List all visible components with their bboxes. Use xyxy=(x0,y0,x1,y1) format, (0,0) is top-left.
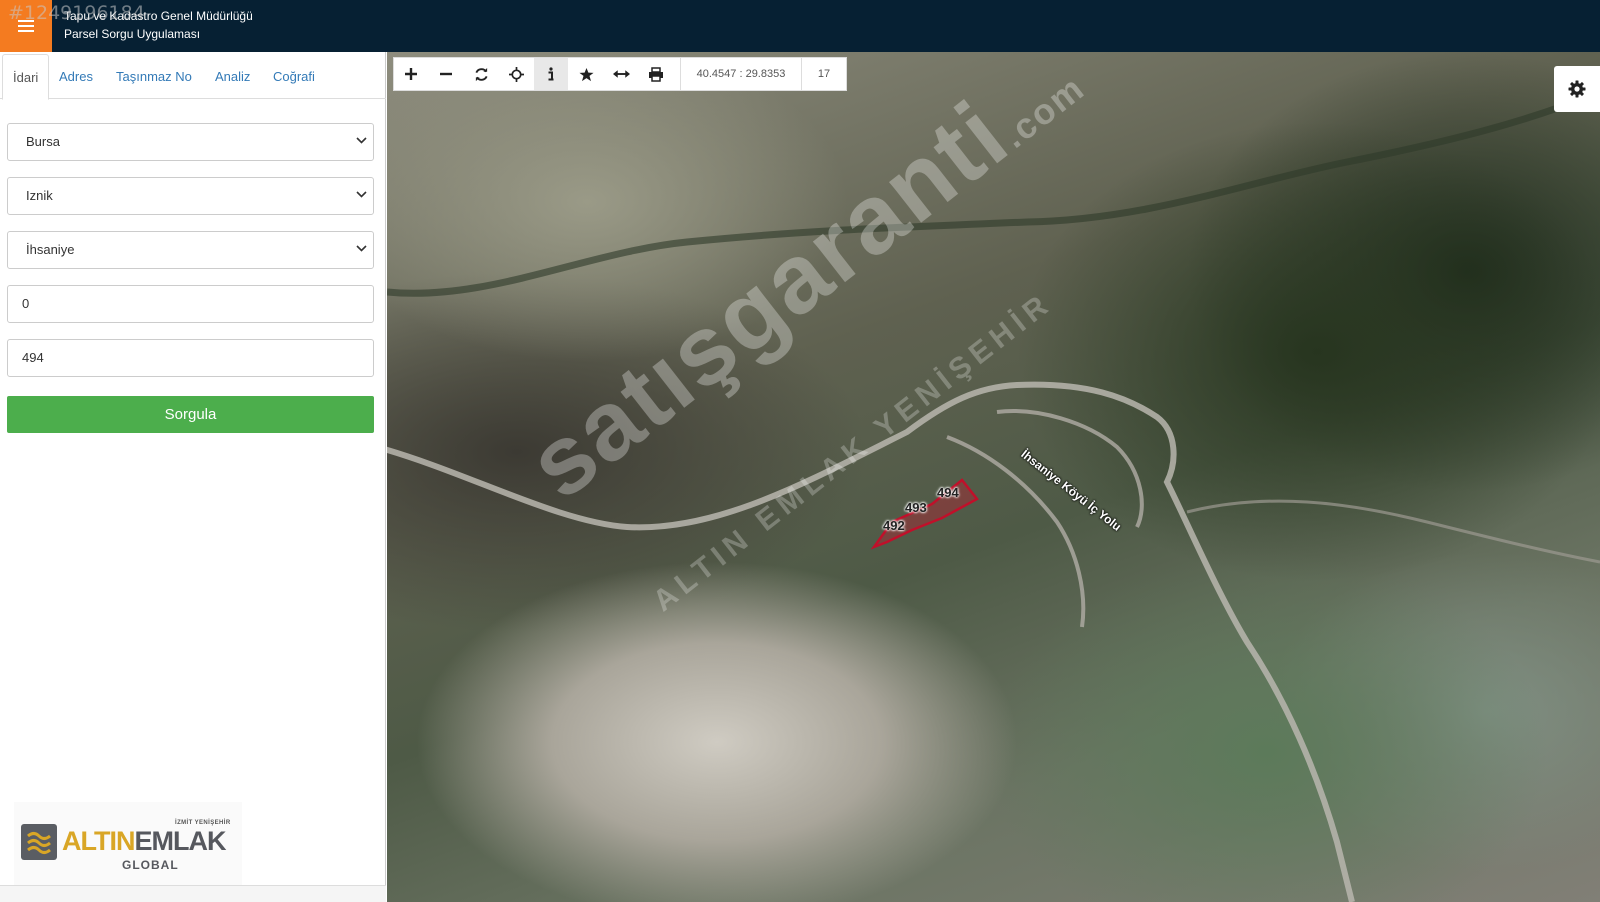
logo-sub-text: GLOBAL xyxy=(122,858,179,872)
district-select[interactable]: Iznik xyxy=(7,177,374,215)
chevron-down-icon xyxy=(356,245,367,252)
listing-id-watermark: #1249196184 xyxy=(8,2,145,24)
parcel-input[interactable]: 494 xyxy=(7,339,374,377)
zoom-level: 17 xyxy=(817,68,831,80)
query-button[interactable]: Sorgula xyxy=(7,396,374,433)
parcel-value: 494 xyxy=(22,350,44,365)
locate-button[interactable] xyxy=(499,58,534,90)
agency-logo-mark xyxy=(21,824,57,860)
map-view[interactable]: satışgaranti.com ALTIN EMLAK YENİŞEHİR 4… xyxy=(387,52,1600,902)
tab-adres[interactable]: Adres xyxy=(59,54,93,99)
zoom-in-icon xyxy=(405,68,417,80)
info-icon xyxy=(548,67,554,81)
village-road xyxy=(946,435,1086,628)
refresh-button[interactable] xyxy=(464,58,499,90)
tab-bar: İdari Adres Taşınmaz No Analiz Coğrafi xyxy=(0,54,386,100)
tab-cografi[interactable]: Coğrafi xyxy=(273,54,315,99)
settings-button[interactable] xyxy=(1554,66,1600,112)
coordinate-readout: 40.4547 : 29.8353 xyxy=(680,58,802,90)
tab-analiz[interactable]: Analiz xyxy=(215,54,250,99)
agency-logo: İZMİT YENİŞEHİR ALTINEMLAK GLOBAL xyxy=(14,802,242,886)
logo-main-b: EMLAK xyxy=(134,826,226,856)
province-value: Bursa xyxy=(26,134,60,149)
province-select[interactable]: Bursa xyxy=(7,123,374,161)
zoom-in-button[interactable] xyxy=(394,58,429,90)
chevron-down-icon xyxy=(356,137,367,144)
field-track xyxy=(1186,499,1600,564)
print-button[interactable] xyxy=(639,58,674,90)
zoom-out-button[interactable] xyxy=(429,58,464,90)
neighborhood-value: İhsaniye xyxy=(26,242,75,257)
village-road-loop xyxy=(996,409,1144,528)
parcel-label-493: 493 xyxy=(905,500,927,515)
sidebar-footer xyxy=(0,885,386,902)
parcel-label-492: 492 xyxy=(883,518,905,533)
neighborhood-select[interactable]: İhsaniye xyxy=(7,231,374,269)
star-icon xyxy=(578,67,594,81)
print-icon xyxy=(649,66,663,82)
favorite-button[interactable] xyxy=(569,58,604,90)
district-value: Iznik xyxy=(26,188,53,203)
logo-wave-icon xyxy=(27,832,51,854)
chevron-down-icon xyxy=(356,191,367,198)
measure-button[interactable] xyxy=(604,58,639,90)
app-header: Tapu ve Kadastro Genel Müdürlüğü Parsel … xyxy=(0,0,1600,52)
tab-idari[interactable]: İdari xyxy=(2,54,50,100)
logo-main-text: ALTINEMLAK xyxy=(62,826,226,857)
zoom-out-icon xyxy=(440,72,452,76)
refresh-icon xyxy=(474,67,488,81)
tab-tasinmaz-no[interactable]: Taşınmaz No xyxy=(116,54,192,99)
sidebar: İdari Adres Taşınmaz No Analiz Coğrafi B… xyxy=(0,52,386,902)
parcel-label-494: 494 xyxy=(937,485,959,500)
block-value: 0 xyxy=(22,296,30,311)
block-input[interactable]: 0 xyxy=(7,285,374,323)
info-button[interactable] xyxy=(534,58,569,90)
gear-icon xyxy=(1568,80,1586,98)
map-toolbar: 40.4547 : 29.8353 17 xyxy=(393,57,847,91)
app-title-line2: Parsel Sorgu Uygulaması xyxy=(64,27,201,41)
measure-icon xyxy=(612,70,630,78)
logo-main-a: ALTIN xyxy=(62,826,135,856)
locate-icon xyxy=(508,66,524,82)
